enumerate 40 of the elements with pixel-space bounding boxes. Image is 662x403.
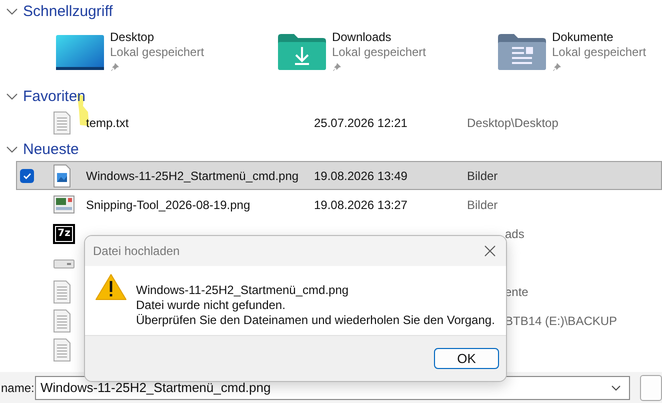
chevron-down-icon[interactable] — [611, 384, 622, 390]
checkbox[interactable] — [20, 168, 34, 182]
file-date: 25.07.2026 12:21 — [314, 116, 408, 130]
ok-button[interactable]: OK — [434, 348, 499, 369]
file-date: 19.08.2026 13:27 — [314, 198, 408, 212]
dialog-title: Datei hochladen — [93, 244, 180, 258]
screenshot-file-icon — [53, 192, 75, 216]
folder-status: Lokal gespeichert — [552, 45, 646, 60]
text-file-icon — [53, 308, 71, 332]
folder-status: Lokal gespeichert — [332, 45, 426, 60]
documents-folder-icon[interactable] — [498, 34, 546, 70]
file-row[interactable]: Windows-11-25H2_Startmenü_cmd.png 19.08.2026 13:49 Bilder — [16, 161, 662, 190]
image-file-icon — [53, 164, 71, 188]
text-file-icon — [53, 280, 71, 304]
close-icon[interactable] — [484, 245, 496, 257]
folder-name[interactable]: Downloads — [332, 30, 426, 45]
file-name[interactable]: Snipping-Tool_2026-08-19.png — [86, 198, 250, 212]
file-location: Bilder — [467, 198, 498, 212]
file-location: ads — [505, 226, 524, 240]
warning-icon — [95, 273, 127, 301]
section-title[interactable]: Schnellzugriff — [23, 2, 113, 20]
folder-name[interactable]: Desktop — [110, 30, 204, 45]
download-folder-icon[interactable] — [278, 34, 326, 70]
section-title[interactable]: Neueste — [23, 140, 79, 158]
folder-name[interactable]: Dokumente — [552, 30, 646, 45]
field-label: name: — [1, 380, 34, 394]
archive-logo: 7z — [53, 224, 75, 244]
message-text: Überprüfen Sie den Dateinamen und wiederholen Sie den Vorgang. — [136, 313, 495, 328]
text-file-icon — [53, 338, 71, 362]
message-text: Windows-11-25H2_Startmenü_cmd.png — [136, 283, 350, 298]
file-location: Desktop\Desktop — [467, 116, 558, 130]
text-file-icon — [53, 110, 71, 134]
message-text: Datei wurde nicht gefunden. — [136, 298, 286, 313]
checkmark-icon — [22, 170, 32, 180]
file-name[interactable]: Windows-11-25H2_Startmenü_cmd.png — [86, 168, 299, 182]
file-date: 19.08.2026 13:49 — [314, 168, 408, 182]
folder-status: Lokal gespeichert — [110, 45, 204, 60]
desktop-icon[interactable] — [56, 34, 104, 70]
file-location: Bilder — [467, 168, 498, 182]
section-title[interactable]: Favoriten — [23, 88, 86, 104]
